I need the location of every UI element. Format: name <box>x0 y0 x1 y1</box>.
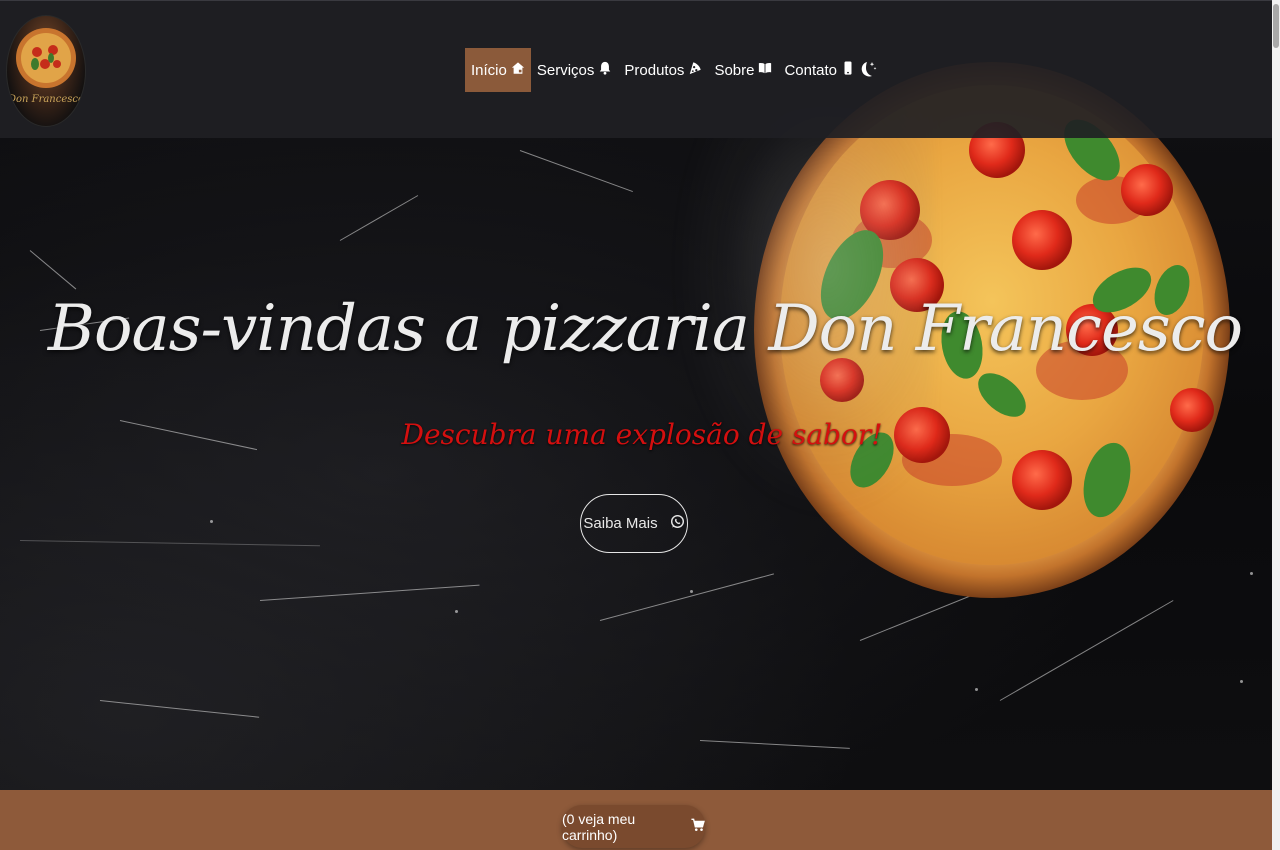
chalk-scratch <box>599 573 774 621</box>
chalk-scratch <box>259 584 480 601</box>
page-scrollbar[interactable] <box>1272 0 1280 850</box>
chalk-scratch <box>29 250 77 290</box>
chalk-speck <box>210 520 213 523</box>
nav-item-produtos[interactable]: Produtos <box>618 48 708 92</box>
nav-item-label: Serviços <box>536 61 595 79</box>
chalk-speck <box>975 688 978 691</box>
chalk-scratch <box>999 600 1174 701</box>
cart-button[interactable]: (0 veja meu carrinho) <box>562 805 705 848</box>
phone-icon <box>841 61 855 79</box>
book-icon <box>758 61 772 79</box>
nav-item-label: Sobre <box>714 61 755 79</box>
logo-text: Don Francesco <box>7 94 85 105</box>
cart-label: (0 veja meu carrinho) <box>562 810 636 843</box>
hero-title: Boas-vindas a pizzaria Don Francesco <box>47 292 1243 366</box>
theme-toggle-button[interactable] <box>858 59 878 81</box>
cta-label: Saiba Mais <box>583 515 658 532</box>
saiba-mais-button[interactable]: Saiba Mais <box>580 494 688 553</box>
moon-stars-icon <box>858 62 878 85</box>
cart-icon <box>691 818 705 835</box>
pizza-logo-icon <box>16 28 76 88</box>
chalk-scratch <box>699 740 850 749</box>
chalk-scratch <box>99 700 260 718</box>
pizza-slice-icon <box>688 61 702 79</box>
chalk-speck <box>455 610 458 613</box>
chalk-scratch <box>339 195 419 241</box>
nav-item-servicos[interactable]: Serviços <box>531 48 619 92</box>
chalk-scratch <box>519 150 633 193</box>
nav-item-label: Início <box>471 61 507 79</box>
chalk-speck <box>1250 572 1253 575</box>
whatsapp-icon <box>670 514 685 533</box>
chalk-scratch <box>19 540 320 547</box>
nav-item-label: Contato <box>784 61 838 79</box>
chalk-speck <box>1240 680 1243 683</box>
hero-subtitle: Descubra uma explosão de sabor! <box>401 418 883 451</box>
top-navbar: Don Francesco Início Serviços Produtos S… <box>0 0 1272 138</box>
bell-icon <box>598 61 612 79</box>
logo[interactable]: Don Francesco <box>6 15 86 127</box>
nav-item-inicio[interactable]: Início <box>465 48 531 92</box>
scrollbar-thumb[interactable] <box>1273 4 1279 48</box>
nav-item-contato[interactable]: Contato <box>778 48 861 92</box>
chalk-speck <box>690 590 693 593</box>
home-icon <box>511 61 525 79</box>
main-nav: Início Serviços Produtos Sobre Contato <box>465 48 861 92</box>
nav-item-sobre[interactable]: Sobre <box>708 48 778 92</box>
nav-item-label: Produtos <box>624 61 685 79</box>
